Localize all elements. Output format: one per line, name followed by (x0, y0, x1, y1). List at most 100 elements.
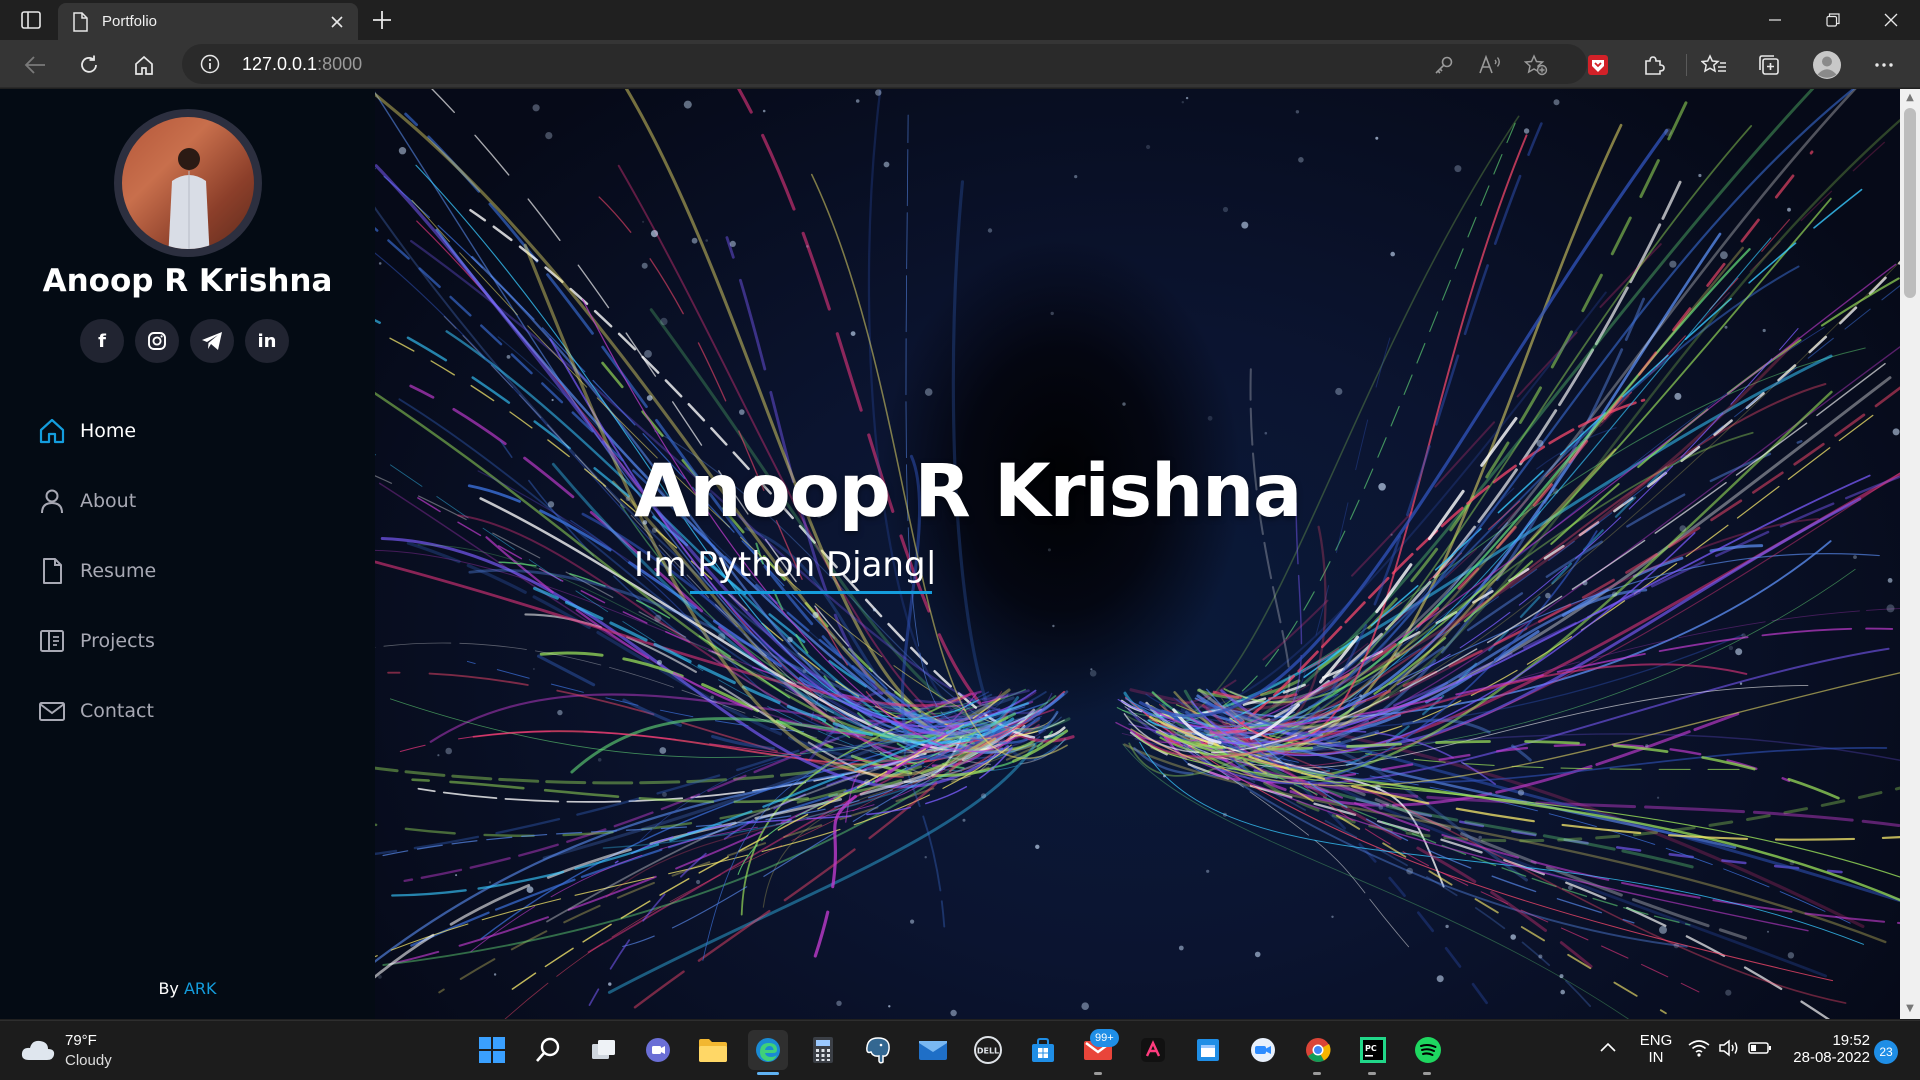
search-icon (536, 1037, 560, 1062)
light-particle (1222, 812, 1227, 817)
profile-button[interactable] (1810, 48, 1844, 82)
edge-app[interactable] (748, 1030, 788, 1070)
windows-taskbar (0, 1020, 1920, 1080)
light-particle (1645, 744, 1649, 748)
nav-about[interactable]: About (38, 481, 136, 521)
light-particle (1222, 206, 1229, 213)
facebook-link[interactable]: f (80, 319, 124, 363)
collections-button[interactable] (1752, 48, 1786, 82)
telegram-link[interactable] (190, 319, 234, 363)
show-hidden-icons-button[interactable] (1598, 1038, 1618, 1062)
light-particle (864, 779, 871, 786)
light-particle (1375, 784, 1381, 791)
language-indicator[interactable]: ENG IN (1636, 1032, 1676, 1066)
home-icon (135, 55, 153, 75)
calendar-app-icon (1197, 1039, 1219, 1061)
site-info-button[interactable] (198, 52, 222, 76)
new-tab-button[interactable] (368, 6, 396, 34)
mail-app[interactable] (913, 1030, 953, 1070)
telegram-icon (202, 332, 222, 350)
light-particle (455, 874, 458, 877)
minimize-button[interactable] (1747, 0, 1803, 40)
back-button[interactable] (18, 48, 52, 82)
home-button[interactable] (127, 48, 161, 82)
read-aloud-button[interactable] (1473, 48, 1507, 82)
spotify-icon (1415, 1037, 1441, 1063)
light-particle (1378, 483, 1386, 491)
url-text[interactable]: 127.0.0.1:8000 (242, 51, 362, 77)
browser-tab[interactable]: Portfolio (58, 3, 358, 40)
nav-contact[interactable]: Contact (38, 691, 154, 731)
light-particle (1559, 974, 1564, 979)
light-particle (1331, 915, 1334, 918)
light-particle (644, 350, 652, 358)
edge-active-indicator (757, 1072, 779, 1075)
task-view-button[interactable] (583, 1030, 623, 1070)
light-particle (691, 237, 698, 244)
page-icon (73, 11, 88, 32)
nav-projects[interactable]: Projects (38, 621, 155, 661)
light-particle (1679, 525, 1687, 532)
light-particle (646, 395, 653, 401)
light-particle (812, 611, 819, 619)
sticky-app[interactable] (1188, 1030, 1228, 1070)
notification-count-badge[interactable]: 23 (1874, 1040, 1898, 1064)
microsoft-store-app[interactable] (1023, 1030, 1063, 1070)
plus-icon (373, 11, 391, 29)
restore-button[interactable] (1805, 0, 1861, 40)
light-particle (962, 818, 966, 822)
favorites-button[interactable] (1697, 48, 1731, 82)
hero-title: Anoop R Krishna (634, 449, 1302, 534)
search-button[interactable] (528, 1030, 568, 1070)
light-particle (1335, 387, 1343, 396)
system-tray-quick-settings[interactable] (1688, 1038, 1772, 1058)
chat-app[interactable] (638, 1030, 678, 1070)
light-particle (1787, 207, 1791, 212)
start-button[interactable] (472, 1030, 512, 1070)
linkedin-link[interactable]: in (245, 319, 289, 363)
scrollbar-thumb[interactable] (1904, 108, 1916, 298)
clock[interactable]: 19:52 28-08-2022 (1780, 1032, 1870, 1066)
close-window-button[interactable] (1863, 0, 1919, 40)
light-particle (1390, 533, 1393, 536)
add-favorite-button[interactable] (1519, 48, 1553, 82)
instagram-link[interactable] (135, 319, 179, 363)
light-particle (1089, 670, 1097, 677)
address-bar[interactable] (182, 44, 1587, 84)
chrome-app[interactable] (1298, 1030, 1338, 1070)
light-particle (1553, 99, 1560, 106)
zoom-app[interactable] (1243, 1030, 1283, 1070)
dell-app[interactable]: DELL (968, 1030, 1008, 1070)
light-particle (1552, 488, 1559, 495)
light-particle (1720, 251, 1728, 260)
light-particle (1378, 805, 1384, 810)
nav-home[interactable]: Home (38, 411, 136, 451)
password-key-button[interactable] (1427, 48, 1461, 82)
nav-projects-label: Projects (80, 630, 155, 652)
refresh-button[interactable] (72, 48, 106, 82)
design-app[interactable] (1133, 1030, 1173, 1070)
light-particle (729, 240, 736, 247)
nav-resume[interactable]: Resume (38, 551, 156, 591)
video-camera-icon (1251, 1038, 1275, 1062)
chrome-running-indicator (1313, 1072, 1321, 1075)
postgresql-app[interactable] (858, 1030, 898, 1070)
calculator-app[interactable] (803, 1030, 843, 1070)
credit-link[interactable]: ARK (184, 979, 217, 998)
extension-button[interactable] (1581, 48, 1615, 82)
light-particle (1741, 633, 1746, 638)
scroll-up-arrow[interactable]: ▲ (1904, 92, 1916, 104)
favorites-icon (1701, 54, 1726, 73)
file-explorer-app[interactable] (693, 1030, 733, 1070)
light-streak (1123, 743, 1887, 944)
spotify-app[interactable] (1408, 1030, 1448, 1070)
tab-actions-button[interactable] (14, 6, 48, 34)
light-streak (1216, 745, 1900, 828)
extensions-button[interactable] (1637, 48, 1671, 82)
close-tab-icon[interactable] (330, 15, 344, 29)
pycharm-app[interactable]: PC (1353, 1030, 1393, 1070)
more-options-button[interactable] (1867, 48, 1901, 82)
weather-widget[interactable] (20, 1036, 56, 1066)
light-particle (1560, 989, 1565, 995)
scroll-down-arrow[interactable]: ▼ (1904, 1003, 1916, 1015)
